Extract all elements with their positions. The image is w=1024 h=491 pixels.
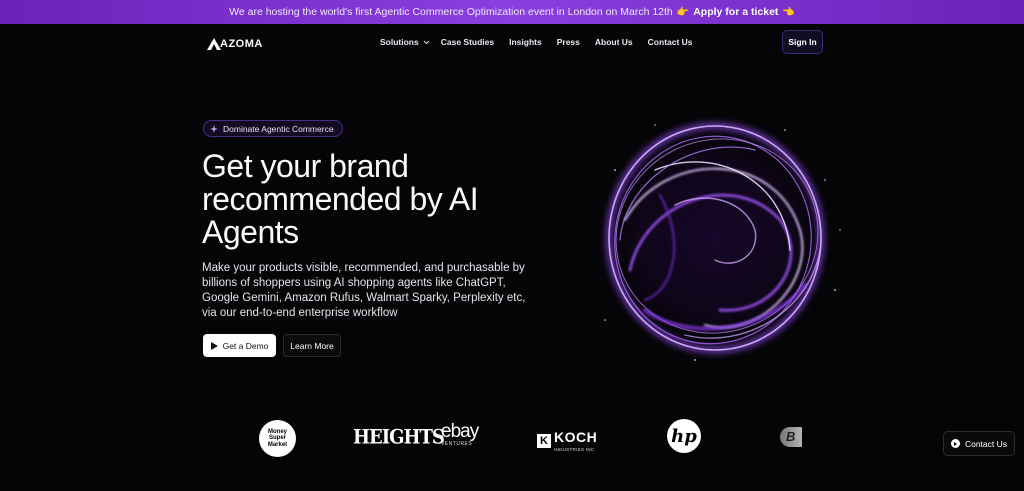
hero-tag-text: Dominate Agentic Commerce	[223, 123, 334, 134]
get-demo-label: Get a Demo	[222, 340, 269, 351]
hero-tag-pill: Dominate Agentic Commerce	[203, 120, 343, 137]
koch-industries-logo: K KOCH INDUSTRIES INC	[537, 429, 597, 452]
koch-logo-text: KOCH	[554, 429, 598, 445]
ebay-logo-text: ebay	[441, 421, 479, 442]
announcement-banner: We are hosting the world's first Agentic…	[0, 0, 1024, 24]
pointing-left-emoji: 👈	[782, 6, 795, 18]
contact-us-label: Contact Us	[964, 438, 1008, 449]
sign-in-button[interactable]: Sign In	[782, 30, 823, 54]
get-demo-button[interactable]: Get a Demo	[203, 334, 276, 357]
partial-brand-text: B	[780, 427, 802, 447]
koch-k-icon: K	[537, 433, 551, 448]
client-logo-strip: Money Super Market HEIGHTS ebay VENTURES…	[0, 415, 1024, 465]
hero-title: Get your brand recommended by AI Agents	[202, 148, 479, 250]
ebay-ventures-logo: ebay VENTURES	[441, 421, 479, 447]
partial-brand-logo: B	[780, 427, 802, 447]
nav-contact-us[interactable]: Contact Us	[648, 37, 693, 47]
azoma-mark-icon	[207, 38, 221, 50]
contact-us-floating-button[interactable]: Contact Us	[943, 431, 1015, 456]
play-icon	[210, 341, 218, 350]
glowing-orb-graphic	[587, 110, 843, 366]
logo-text: AZOMA	[220, 38, 263, 50]
banner-text: We are hosting the world's first Agentic…	[229, 6, 673, 18]
heights-logo: HEIGHTS	[353, 425, 445, 450]
koch-logo-subtext: INDUSTRIES INC	[554, 447, 595, 452]
nav-case-studies[interactable]: Case Studies	[441, 37, 494, 47]
apply-ticket-link[interactable]: Apply for a ticket	[693, 6, 778, 18]
money-super-market-logo: Money Super Market	[259, 420, 296, 457]
pointing-right-emoji: 👉	[676, 6, 690, 18]
nav-solutions-label: Solutions	[380, 37, 419, 47]
nav-insights[interactable]: Insights	[509, 37, 542, 47]
azoma-logo[interactable]: AZOMA	[207, 38, 263, 50]
hero-subtitle: Make your products visible, recommended,…	[202, 262, 526, 319]
nav-solutions[interactable]: Solutions	[380, 37, 430, 47]
chat-arrow-icon	[950, 439, 960, 448]
chevron-down-icon	[423, 40, 430, 44]
nav-press[interactable]: Press	[557, 37, 580, 47]
learn-more-button[interactable]: Learn More	[283, 334, 341, 357]
hp-logo: hp	[667, 419, 701, 453]
sparkle-icon	[210, 124, 218, 133]
main-menu: Solutions Case Studies Insights Press Ab…	[380, 37, 693, 47]
nav-about-us[interactable]: About Us	[595, 37, 633, 47]
top-navigation: AZOMA Solutions Case Studies Insights Pr…	[0, 24, 1024, 62]
